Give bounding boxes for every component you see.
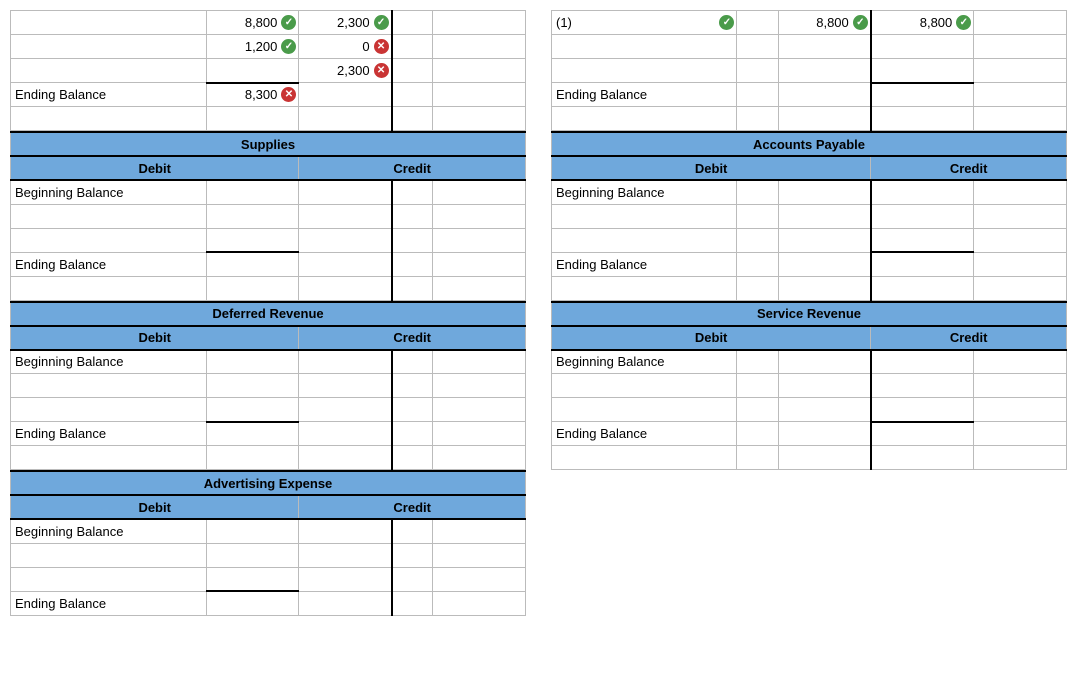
ending-balance-label: Ending Balance (552, 422, 737, 446)
account-title: Deferred Revenue (11, 302, 526, 326)
account-title: Supplies (11, 132, 526, 156)
value: (1) (556, 15, 572, 30)
credit-header: Credit (299, 156, 526, 180)
account-title: Advertising Expense (11, 471, 526, 495)
beginning-balance-label: Beginning Balance (11, 180, 207, 204)
advertising-expense-table: Advertising Expense DebitCredit Beginnin… (10, 470, 526, 616)
debit-header: Debit (552, 326, 871, 350)
accounts-payable-table: Accounts Payable DebitCredit Beginning B… (551, 131, 1067, 301)
x-icon: ✕ (374, 63, 389, 78)
debit-header: Debit (11, 156, 299, 180)
beginning-balance-label: Beginning Balance (11, 519, 207, 543)
credit-header: Credit (299, 326, 526, 350)
beginning-balance-label: Beginning Balance (11, 350, 207, 374)
check-icon: ✓ (281, 15, 296, 30)
service-revenue-table: Service Revenue DebitCredit Beginning Ba… (551, 301, 1067, 471)
ending-balance-label: Ending Balance (11, 422, 207, 446)
cell[interactable] (11, 11, 207, 35)
value: 0 (362, 39, 369, 54)
debit-header: Debit (552, 156, 871, 180)
credit-header: Credit (871, 326, 1067, 350)
account-title: Service Revenue (552, 302, 1067, 326)
supplies-table: Supplies DebitCredit Beginning Balance E… (10, 131, 526, 301)
check-icon: ✓ (853, 15, 868, 30)
check-icon: ✓ (956, 15, 971, 30)
check-icon: ✓ (719, 15, 734, 30)
ending-balance-label: Ending Balance (552, 83, 737, 107)
x-icon: ✕ (281, 87, 296, 102)
check-icon: ✓ (281, 39, 296, 54)
value: 8,800 (816, 15, 849, 30)
value: 8,300 (245, 87, 278, 102)
ending-balance-label: Ending Balance (11, 252, 207, 276)
check-icon: ✓ (374, 15, 389, 30)
right-top-table: (1)✓ 8,800✓ 8,800✓ Ending Balance (551, 10, 1067, 131)
value: 2,300 (337, 15, 370, 30)
ending-balance-label: Ending Balance (11, 83, 207, 107)
value: 8,800 (920, 15, 953, 30)
account-title: Accounts Payable (552, 132, 1067, 156)
credit-header: Credit (299, 495, 526, 519)
value: 1,200 (245, 39, 278, 54)
debit-header: Debit (11, 495, 299, 519)
left-top-table: 8,800✓ 2,300✓ 1,200✓ 0✕ 2,300✕ Ending Ba… (10, 10, 526, 131)
ending-balance-label: Ending Balance (552, 252, 737, 276)
beginning-balance-label: Beginning Balance (552, 180, 737, 204)
value: 8,800 (245, 15, 278, 30)
value: 2,300 (337, 63, 370, 78)
beginning-balance-label: Beginning Balance (552, 350, 737, 374)
x-icon: ✕ (374, 39, 389, 54)
ending-balance-label: Ending Balance (11, 591, 207, 615)
debit-header: Debit (11, 326, 299, 350)
credit-header: Credit (871, 156, 1067, 180)
deferred-revenue-table: Deferred Revenue DebitCredit Beginning B… (10, 301, 526, 471)
